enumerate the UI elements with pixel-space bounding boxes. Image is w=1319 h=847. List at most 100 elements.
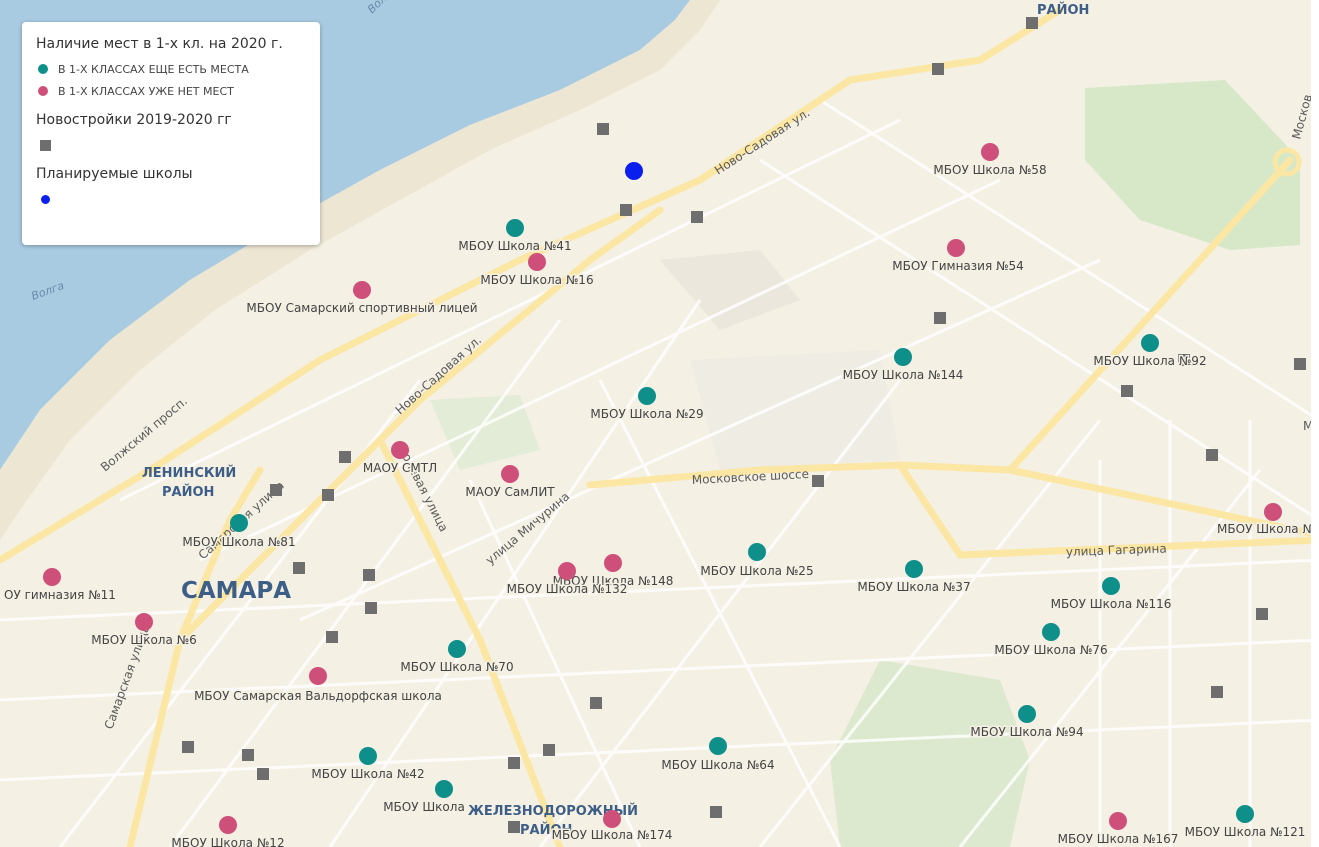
legend-item-label: В 1-Х КЛАССАХ ЕЩЕ ЕСТЬ МЕСТА: [58, 62, 249, 76]
school-label: ОУ гимназия №11: [4, 588, 116, 602]
new-building-marker[interactable]: [932, 63, 944, 75]
legend-item-full: В 1-Х КЛАССАХ УЖЕ НЕТ МЕСТ: [38, 84, 306, 98]
new-building-marker[interactable]: [812, 475, 824, 487]
school-marker[interactable]: [709, 737, 727, 755]
school-marker[interactable]: [981, 143, 999, 161]
new-building-marker[interactable]: [1256, 608, 1268, 620]
school-marker[interactable]: [506, 219, 524, 237]
school-label: МБОУ Школа №: [1217, 522, 1315, 536]
district-label: РАЙОН: [162, 484, 214, 500]
district-label: РАЙОН: [1037, 2, 1089, 18]
school-marker[interactable]: [1264, 503, 1282, 521]
legend-item-open: В 1-Х КЛАССАХ ЕЩЕ ЕСТЬ МЕСТА: [38, 62, 306, 76]
school-label: МБОУ Школа №29: [590, 407, 703, 421]
school-marker[interactable]: [894, 348, 912, 366]
new-building-marker[interactable]: [597, 123, 609, 135]
district-label: ЛЕНИНСКИЙ: [142, 465, 236, 481]
school-label: МБОУ Школа №76: [994, 643, 1107, 657]
school-marker[interactable]: [905, 560, 923, 578]
school-label: МБОУ Школа №42: [311, 767, 424, 781]
school-label: МБОУ Школа №81: [182, 535, 295, 549]
school-label: МБОУ Школа №70: [400, 660, 513, 674]
school-label: МБОУ Школа №94: [970, 725, 1083, 739]
school-marker[interactable]: [135, 613, 153, 631]
school-label: МБОУ Школа №132: [507, 582, 628, 596]
new-building-marker[interactable]: [1211, 686, 1223, 698]
new-building-marker[interactable]: [1121, 385, 1133, 397]
gray-square-icon: [40, 139, 51, 151]
school-label: МБОУ Самарский спортивный лицей: [246, 301, 477, 315]
new-building-marker[interactable]: [710, 806, 722, 818]
school-label: МБОУ Школа №16: [480, 273, 593, 287]
school-marker[interactable]: [1141, 334, 1159, 352]
school-marker[interactable]: [638, 387, 656, 405]
school-marker[interactable]: [1109, 812, 1127, 830]
new-building-marker[interactable]: [182, 741, 194, 753]
school-label: МАОУ СамЛИТ: [465, 485, 555, 499]
school-label: МБОУ Школа №37: [857, 580, 970, 594]
teal-dot-icon: [38, 64, 48, 74]
new-building-marker[interactable]: [1294, 358, 1306, 370]
school-label: МБОУ Школа №116: [1051, 597, 1172, 611]
new-building-marker[interactable]: [242, 749, 254, 761]
school-label: МБОУ Гимназия №54: [892, 259, 1024, 273]
legend-item-new-building: [38, 138, 306, 152]
new-building-marker[interactable]: [620, 204, 632, 216]
new-building-marker[interactable]: [934, 312, 946, 324]
new-building-marker[interactable]: [691, 211, 703, 223]
new-building-marker[interactable]: [322, 489, 334, 501]
school-label: МБОУ Школа №6: [91, 633, 197, 647]
planned-school-marker[interactable]: [625, 162, 643, 180]
school-marker[interactable]: [1102, 577, 1120, 595]
school-marker[interactable]: [448, 640, 466, 658]
new-building-marker[interactable]: [363, 569, 375, 581]
school-label: МБОУ Школа №167: [1058, 832, 1179, 846]
new-building-marker[interactable]: [293, 562, 305, 574]
new-building-marker[interactable]: [339, 451, 351, 463]
school-marker[interactable]: [309, 667, 327, 685]
school-marker[interactable]: [359, 747, 377, 765]
school-marker[interactable]: [1042, 623, 1060, 641]
blue-dot-icon: [41, 194, 50, 204]
legend-panel: Наличие мест в 1-х кл. на 2020 г. В 1-Х …: [22, 22, 320, 245]
map-edge: [1311, 0, 1319, 847]
legend-item-label: В 1-Х КЛАССАХ УЖЕ НЕТ МЕСТ: [58, 84, 234, 98]
school-label: МАОУ СМТЛ: [363, 461, 437, 475]
legend-item-planned: [38, 192, 306, 206]
school-marker[interactable]: [528, 253, 546, 271]
school-marker[interactable]: [219, 816, 237, 834]
school-marker[interactable]: [435, 780, 453, 798]
school-marker[interactable]: [230, 514, 248, 532]
school-marker[interactable]: [947, 239, 965, 257]
school-marker[interactable]: [391, 441, 409, 459]
new-building-marker[interactable]: [543, 744, 555, 756]
new-building-marker[interactable]: [365, 602, 377, 614]
school-label: МБОУ Школа №174: [552, 828, 673, 842]
legend-new-buildings-title: Новостройки 2019-2020 гг: [36, 112, 232, 128]
school-label: МБОУ Школа №144: [843, 368, 964, 382]
school-marker[interactable]: [748, 543, 766, 561]
school-marker[interactable]: [501, 465, 519, 483]
new-building-marker[interactable]: [1026, 17, 1038, 29]
legend-planned-title: Планируемые школы: [36, 166, 193, 182]
school-label: МБОУ Школа №64: [661, 758, 774, 772]
school-label: МБОУ Школа №58: [933, 163, 1046, 177]
legend-title: Наличие мест в 1-х кл. на 2020 г.: [36, 36, 283, 52]
school-label: МБОУ Школа №41: [458, 239, 571, 253]
new-building-marker[interactable]: [326, 631, 338, 643]
school-marker[interactable]: [603, 810, 621, 828]
school-marker[interactable]: [604, 554, 622, 572]
city-label: САМАРА: [181, 578, 291, 604]
pink-dot-icon: [38, 86, 48, 96]
new-building-marker[interactable]: [270, 484, 282, 496]
school-marker[interactable]: [353, 281, 371, 299]
new-building-marker[interactable]: [1206, 449, 1218, 461]
school-marker[interactable]: [558, 562, 576, 580]
new-building-marker[interactable]: [590, 697, 602, 709]
new-building-marker[interactable]: [508, 757, 520, 769]
school-marker[interactable]: [1236, 805, 1254, 823]
school-marker[interactable]: [43, 568, 61, 586]
school-marker[interactable]: [1018, 705, 1036, 723]
new-building-marker[interactable]: [508, 821, 520, 833]
new-building-marker[interactable]: [257, 768, 269, 780]
